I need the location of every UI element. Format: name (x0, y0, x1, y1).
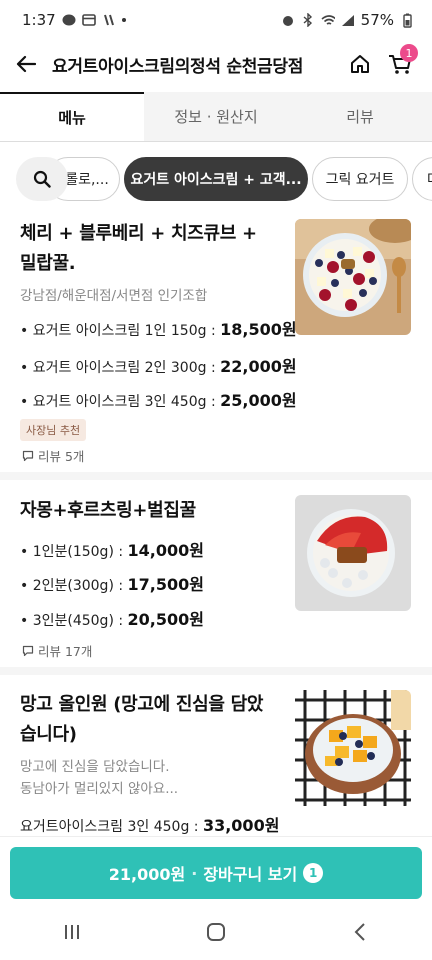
alarm-icon (281, 13, 295, 27)
view-cart-label: 장바구니 보기 (203, 865, 298, 884)
status-bar: 1:37 57% (0, 0, 432, 40)
cart-count-badge: 1 (303, 863, 324, 883)
store-title: 요거트아이스크림의정석 순천금당점 (52, 56, 304, 77)
cart-bar: 21,000원 · 장바구니 보기 1 (0, 836, 432, 904)
recent-apps-button[interactable] (42, 912, 102, 952)
price-option-label: • 2인분(300g) : (20, 578, 128, 594)
price-option-label: • 요거트 아이스크림 1인 150g : (20, 323, 221, 339)
wifi-icon (321, 13, 335, 27)
menu-item-name: 자몽+후르츠링+벌집꿀 (20, 500, 196, 521)
price-option-label: • 1인분(150g) : (20, 544, 128, 560)
price-option-price: 18,500원 (220, 320, 297, 339)
card-notification-icon (81, 13, 96, 27)
price-option: • 요거트 아이스크림 2인 300g : 22,000원 (20, 353, 297, 377)
cart-separator-dot: · (191, 863, 198, 883)
arrow-left-icon (16, 55, 36, 73)
price-option-price: 25,000원 (220, 391, 297, 410)
app-header: 요거트아이스크림의정석 순천금당점 1 (0, 40, 432, 88)
chip-category-yogurt-icecream[interactable]: 요거트 아이스크림 + 고객... (124, 157, 308, 201)
menu-item[interactable]: 자몽+후르츠링+벌집꿀 • 1인분(150g) : 14,000원 • 2인분(… (0, 481, 432, 675)
price-option-label: • 3인분(450g) : (20, 613, 128, 629)
battery-percent: 57% (360, 11, 394, 29)
price-option-price: 22,000원 (220, 357, 297, 376)
chip-category-greek-yogurt[interactable]: 그릭 요거트 (312, 157, 408, 201)
menu-item-name: 망고 올인원 (망고에 진심을 담았습니다) (20, 694, 264, 745)
menu-item-photo (295, 495, 411, 611)
menu-search-button[interactable] (16, 157, 68, 201)
price-option: • 1인분(150g) : 14,000원 (20, 537, 204, 561)
owner-recommend-badge: 사장님 추천 (20, 419, 87, 441)
price-option-price: 14,000원 (127, 541, 204, 560)
review-count: 리뷰 17개 (22, 641, 92, 660)
review-count-label: 리뷰 5개 (38, 449, 85, 464)
menu-item-description-line: 망고에 진심을 담았습니다. (20, 759, 170, 775)
menu-item-photo (295, 219, 411, 335)
price-option: • 요거트 아이스크림 3인 450g : 25,000원 (20, 387, 297, 411)
battery-icon (400, 13, 414, 28)
clock: 1:37 (22, 11, 56, 29)
price-option-label: • 요거트 아이스크림 3인 450g : (20, 394, 221, 410)
recent-apps-icon (65, 925, 79, 939)
delivery-notification-icon (102, 13, 116, 27)
home-icon (351, 55, 369, 73)
signal-icon (341, 13, 355, 27)
menu-item[interactable]: 망고 올인원 (망고에 진심을 담았습니다) 망고에 진심을 담았습니다. 동남… (0, 676, 432, 846)
price-option: • 2인분(300g) : 17,500원 (20, 571, 204, 595)
price-option-price: 17,500원 (127, 575, 204, 594)
price-option-price: 33,000원 (202, 816, 280, 835)
price-option-price: 20,500원 (127, 610, 204, 629)
speech-bubble-icon (22, 450, 34, 461)
store-tabs: 메뉴 정보 · 원산지 리뷰 (0, 92, 432, 142)
cart-button[interactable]: 1 (380, 40, 420, 88)
view-cart-button[interactable]: 21,000원 · 장바구니 보기 1 (10, 847, 422, 899)
search-icon (33, 170, 51, 188)
speech-bubble-icon (22, 645, 34, 656)
price-option: 요거트아이스크림 3인 450g : 33,000원 (20, 812, 279, 836)
cart-total: 21,000원 (108, 865, 186, 884)
back-nav-icon (354, 923, 365, 941)
menu-item-description-line: 동남아가 멀리있지 않아요... (20, 781, 179, 797)
cart-badge: 1 (400, 44, 418, 62)
tab-info-origin[interactable]: 정보 · 원산지 (144, 92, 288, 141)
home-nav-icon (207, 923, 225, 941)
price-option: • 3인분(450g) : 20,500원 (20, 606, 204, 630)
back-nav-button[interactable] (330, 912, 390, 952)
home-button[interactable] (340, 40, 380, 88)
more-notifications-dot (121, 18, 126, 22)
review-count-label: 리뷰 17개 (38, 644, 93, 659)
tab-review[interactable]: 리뷰 (288, 92, 432, 141)
bluetooth-icon (301, 13, 315, 27)
menu-item[interactable]: 체리 + 블루베리 + 치즈큐브 + 밀랍꿀. 강남점/해운대점/서면점 인기조… (0, 206, 432, 480)
tab-menu[interactable]: 메뉴 (0, 92, 144, 141)
price-option-label: 요거트아이스크림 3인 450g : (20, 819, 203, 835)
home-nav-button[interactable] (186, 912, 246, 952)
menu-item-name: 체리 + 블루베리 + 치즈큐브 + 밀랍꿀. (20, 223, 257, 274)
review-count: 리뷰 5개 (22, 446, 84, 465)
chip-category-next[interactable]: 다 (412, 157, 432, 201)
back-button[interactable] (0, 40, 52, 88)
category-chips: 롤로,... 요거트 아이스크림 + 고객... 그릭 요거트 다 (0, 154, 432, 204)
system-nav-bar (0, 904, 432, 960)
price-option-label: • 요거트 아이스크림 2인 300g : (20, 360, 221, 376)
menu-item-photo (295, 690, 411, 806)
price-option: • 요거트 아이스크림 1인 150g : 18,500원 (20, 316, 297, 340)
menu-item-description: 강남점/해운대점/서면점 인기조합 (20, 288, 208, 304)
talk-notification-icon (62, 13, 76, 27)
